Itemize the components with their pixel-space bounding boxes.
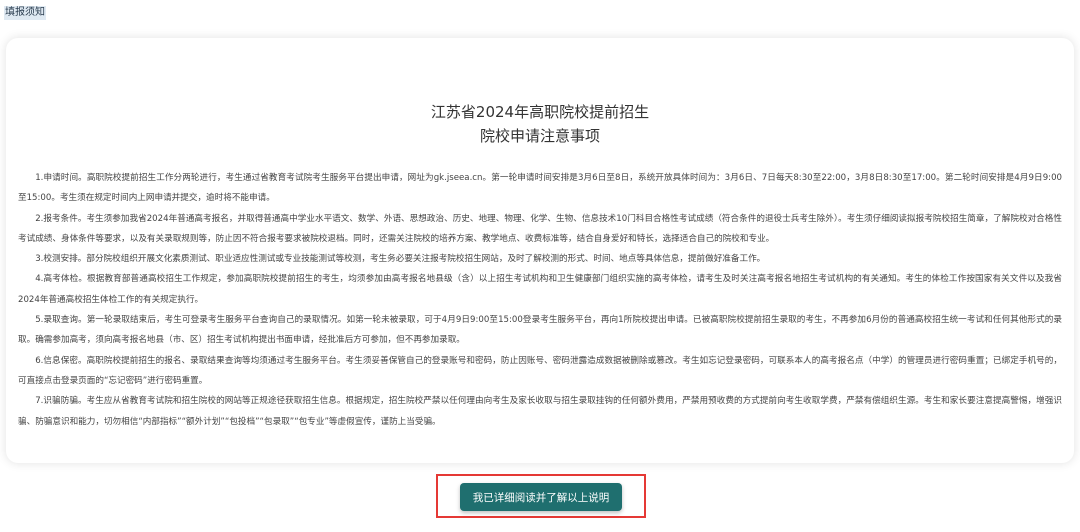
notice-paragraph-5: 5.录取查询。第一轮录取结束后，考生可登录考生服务平台查询自己的录取情况。如第一… — [18, 315, 1062, 346]
notice-paragraph-6: 6.信息保密。高职院校提前招生的报名、录取结果查询等均须通过考生服务平台。考生须… — [18, 355, 1062, 386]
notice-paragraph-2: 2.报考条件。考生须参加我省2024年普通高考报名，并取得普通高中学业水平语文、… — [18, 213, 1062, 244]
notice-paragraph-7: 7.识骗防骗。考生应从省教育考试院和招生院校的网站等正规途径获取招生信息。根据规… — [18, 396, 1062, 427]
notice-title-line2: 院校申请注意事项 — [479, 127, 600, 145]
confirm-read-button[interactable]: 我已详细阅读并了解以上说明 — [460, 483, 622, 511]
notice-card: 江苏省2024年高职院校提前招生 院校申请注意事项 1.申请时间。高职院校提前招… — [6, 38, 1074, 463]
notice-content: 1.申请时间。高职院校提前招生工作分两轮进行，考生通过省教育考试院考生服务平台提… — [18, 168, 1062, 432]
notice-title: 江苏省2024年高职院校提前招生 院校申请注意事项 — [6, 100, 1074, 148]
confirm-button-highlight: 我已详细阅读并了解以上说明 — [436, 474, 646, 518]
notice-paragraph-4: 4.高考体检。根据教育部普通高校招生工作规定，参加高职院校提前招生的考生，均须参… — [18, 274, 1062, 305]
notice-paragraph-1: 1.申请时间。高职院校提前招生工作分两轮进行，考生通过省教育考试院考生服务平台提… — [18, 173, 1062, 204]
notice-title-line1: 江苏省2024年高职院校提前招生 — [430, 103, 650, 121]
page-label: 填报须知 — [4, 6, 46, 20]
notice-paragraph-3: 3.校测安排。部分院校组织开展文化素质测试、职业适应性测试或专业技能测试等校测，… — [35, 254, 766, 265]
